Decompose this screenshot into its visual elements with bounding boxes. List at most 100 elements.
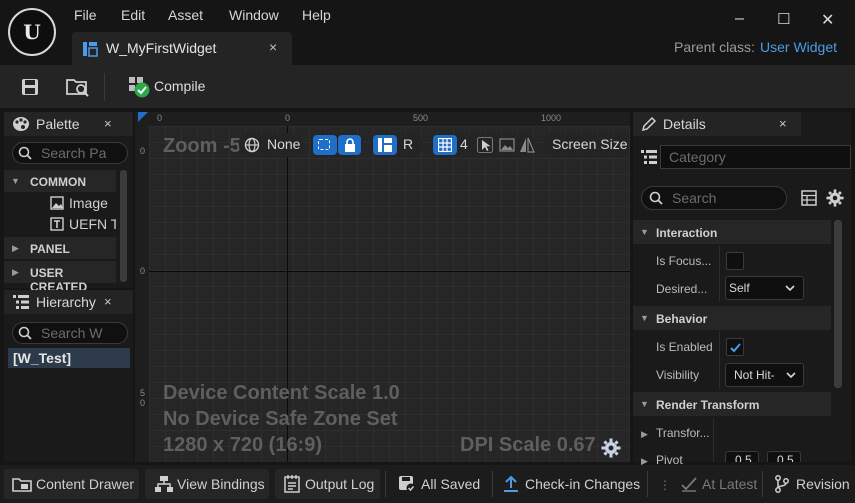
palette-header: Palette × — [4, 112, 133, 136]
visibility-dropdown[interactable]: Not Hit- — [725, 363, 804, 387]
lock-button[interactable] — [338, 135, 361, 155]
palette-scrollbar[interactable] — [120, 170, 127, 282]
section-render-transform[interactable]: ▼ Render Transform — [633, 392, 831, 416]
is-enabled-checkbox[interactable] — [726, 338, 744, 356]
tab-close-icon[interactable]: × — [269, 39, 277, 55]
compile-button[interactable]: Compile — [154, 78, 205, 94]
save-icon[interactable] — [20, 77, 40, 97]
category-search-input[interactable]: Category — [660, 145, 851, 169]
chevron-down-icon — [785, 285, 795, 292]
widget-blueprint-icon — [83, 42, 98, 57]
is-enabled-label: Is Enabled — [656, 340, 713, 354]
toolbar: Compile — [0, 65, 855, 108]
search-icon — [18, 326, 32, 340]
flip-icon[interactable] — [519, 137, 535, 153]
content-drawer-button[interactable]: Content Drawer — [4, 469, 139, 499]
designer-viewport[interactable]: Zoom -5 None R 4 Screen Size Device Cont… — [149, 126, 630, 462]
palette-search-input[interactable]: Search Pa — [12, 142, 128, 164]
chevron-down-icon — [786, 372, 796, 379]
ruler-label: 0 — [140, 398, 146, 408]
origin-horizontal-line — [149, 271, 630, 272]
document-tab[interactable]: W_MyFirstWidget × — [72, 32, 292, 65]
revision-button[interactable]: Revision — [766, 469, 855, 499]
upload-icon — [504, 475, 518, 492]
details-title: Details — [663, 116, 706, 132]
layout-toggle-button[interactable] — [373, 135, 397, 155]
check-in-changes-button[interactable]: Check-in Changes — [497, 469, 645, 499]
transform-label: Transfor... — [656, 426, 710, 440]
at-latest-status[interactable]: At Latest — [672, 469, 762, 499]
details-close-icon[interactable]: × — [779, 116, 787, 131]
details-search-input[interactable]: Search — [641, 186, 787, 210]
section-behavior[interactable]: ▼ Behavior — [633, 306, 831, 330]
browse-folder-icon[interactable] — [66, 76, 90, 98]
all-saved-button[interactable]: All Saved — [390, 469, 488, 499]
pivot-x-input[interactable]: 0.5 — [725, 451, 759, 462]
compile-icon[interactable] — [128, 76, 150, 98]
status-bar: Content Drawer View Bindings Output Log … — [0, 465, 855, 503]
menu-file[interactable]: File — [74, 7, 97, 23]
image-icon — [50, 196, 64, 210]
menu-window[interactable]: Window — [229, 7, 279, 23]
palette-item-uefn[interactable]: UEFN To — [48, 215, 116, 235]
status-separator — [492, 471, 493, 497]
column-divider — [719, 246, 720, 302]
screen-size-dropdown[interactable]: Screen Size — [543, 133, 629, 157]
none-label: None — [267, 136, 301, 152]
desired-focus-label: Desired... — [656, 282, 708, 296]
output-log-button[interactable]: Output Log — [275, 469, 380, 499]
grid-snap-button[interactable] — [433, 135, 457, 155]
menu-help[interactable]: Help — [302, 7, 331, 23]
ruler-label: 500 — [413, 113, 429, 123]
unreal-logo-icon[interactable]: U — [8, 8, 56, 56]
view-bindings-label: View Bindings — [177, 476, 265, 492]
hierarchy-search-input[interactable]: Search W — [12, 322, 128, 344]
more-icon[interactable]: ⋮ — [659, 478, 671, 492]
hierarchy-panel: Hierarchy × Search W [W_Test] — [4, 290, 133, 462]
chevron-right-icon: ▶ — [12, 243, 19, 253]
title-bar: U File Edit Asset Window Help W_MyFirstW… — [0, 0, 855, 65]
desired-focus-dropdown[interactable]: Self — [725, 276, 804, 300]
layout-icon — [378, 138, 392, 152]
chevron-right-icon[interactable]: ▶ — [641, 429, 648, 440]
palette-icon — [13, 117, 29, 131]
at-latest-label: At Latest — [702, 476, 758, 492]
tab-label: W_MyFirstWidget — [106, 40, 217, 56]
category-user-created[interactable]: ▶ USER CREATED — [4, 261, 116, 294]
bindings-icon — [155, 476, 173, 492]
chevron-right-icon: ▶ — [12, 267, 19, 277]
details-scrollbar[interactable] — [834, 220, 842, 388]
cursor-icon[interactable] — [477, 137, 493, 153]
top-ruler: 0 0 500 1000 — [135, 112, 630, 126]
is-focusable-checkbox[interactable] — [726, 252, 744, 270]
hierarchy-close-icon[interactable]: × — [104, 294, 112, 309]
palette-item-image[interactable]: Image — [48, 194, 116, 214]
category-panel[interactable]: ▶ PANEL — [4, 237, 116, 259]
dpi-settings-gear-icon[interactable] — [601, 438, 621, 458]
dpi-scale-text: DPI Scale 0.67 — [460, 434, 596, 456]
grid-size-value[interactable]: 4 — [460, 136, 468, 152]
world-toggle[interactable]: None — [239, 133, 303, 157]
section-interaction[interactable]: ▼ Interaction — [633, 220, 831, 244]
menu-edit[interactable]: Edit — [121, 7, 145, 23]
minimize-icon[interactable]: – — [735, 10, 744, 28]
chevron-down-icon: ▼ — [640, 399, 649, 409]
settings-gear-icon[interactable] — [826, 189, 844, 207]
chevron-down-icon: ▼ — [11, 176, 20, 186]
palette-close-icon[interactable]: × — [104, 116, 112, 131]
marquee-select-button[interactable] — [313, 135, 337, 155]
image-preview-icon[interactable] — [499, 137, 515, 153]
maximize-icon[interactable]: ☐ — [777, 10, 790, 28]
category-common[interactable]: ▼ COMMON — [4, 170, 116, 192]
close-window-icon[interactable]: ✕ — [821, 10, 834, 30]
r-toggle-button[interactable]: R — [403, 136, 413, 152]
menu-asset[interactable]: Asset — [168, 7, 203, 23]
table-view-icon[interactable] — [801, 190, 817, 206]
view-bindings-button[interactable]: View Bindings — [145, 469, 269, 499]
palette-title: Palette — [36, 116, 80, 132]
parent-class-link[interactable]: User Widget — [760, 39, 837, 55]
pivot-y-input[interactable]: 0.5 — [767, 451, 801, 462]
hierarchy-item-root[interactable]: [W_Test] — [8, 348, 130, 368]
parent-class-label: Parent class: — [674, 39, 755, 55]
check-in-changes-label: Check-in Changes — [525, 476, 641, 492]
